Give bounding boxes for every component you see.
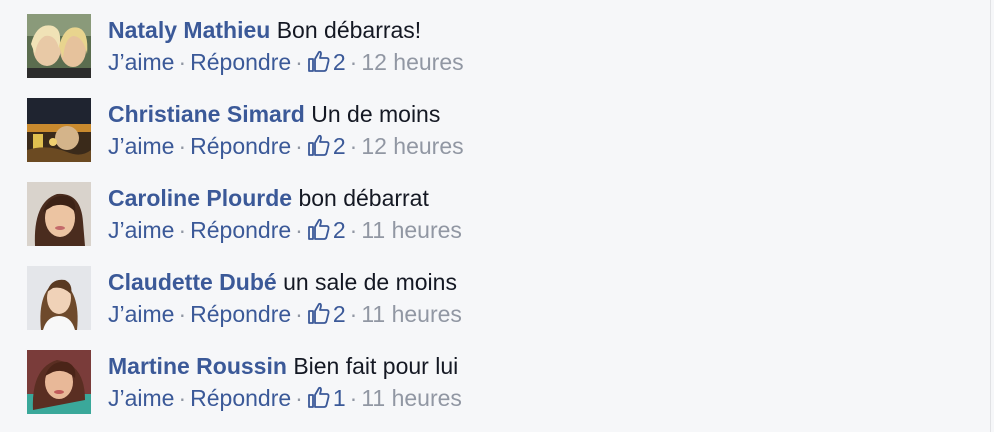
reply-link[interactable]: Répondre xyxy=(190,217,291,243)
separator: · xyxy=(295,385,303,411)
comment-item: Nataly Mathieu Bon débarras! J’aime · Répo… xyxy=(27,14,927,78)
comment-timestamp[interactable]: 12 heures xyxy=(361,133,463,159)
comment-line: Christiane Simard Un de moins xyxy=(108,98,927,130)
comment-author[interactable]: Claudette Dubé xyxy=(108,269,277,295)
comment-line: Nataly Mathieu Bon débarras! xyxy=(108,14,927,46)
like-link[interactable]: J’aime xyxy=(108,49,174,75)
reply-link[interactable]: Répondre xyxy=(190,49,291,75)
separator: · xyxy=(349,217,358,243)
comment-text: Bon débarras! xyxy=(276,17,422,43)
avatar[interactable] xyxy=(27,266,91,330)
reply-link[interactable]: Répondre xyxy=(190,133,291,159)
like-link[interactable]: J’aime xyxy=(108,385,174,411)
like-count-number: 2 xyxy=(332,217,346,243)
separator: · xyxy=(178,49,187,75)
comment-text: Bien fait pour lui xyxy=(293,353,459,379)
thumbs-up-icon xyxy=(307,133,331,165)
separator: · xyxy=(178,217,187,243)
comment-author[interactable]: Caroline Plourde xyxy=(108,185,292,211)
separator: · xyxy=(349,49,358,75)
separator: · xyxy=(349,133,358,159)
comment-text: Un de moins xyxy=(311,101,441,127)
comment-timestamp[interactable]: 11 heures xyxy=(361,217,462,243)
comment-text: bon débarrat xyxy=(298,185,429,211)
avatar[interactable] xyxy=(27,98,91,162)
separator: · xyxy=(295,301,303,327)
comment-line: Caroline Plourde bon débarrat xyxy=(108,182,927,214)
comment-actions: J’aime · Répondre · 1 · 11 heures xyxy=(108,382,927,414)
separator: · xyxy=(295,217,303,243)
comment-item: Christiane Simard Un de moins J’aime · Rép… xyxy=(27,98,927,162)
comment-timestamp[interactable]: 11 heures xyxy=(361,301,462,327)
separator: · xyxy=(178,133,187,159)
avatar[interactable] xyxy=(27,350,91,414)
like-count-number: 2 xyxy=(332,49,346,75)
comment-item: Martine Roussin Bien fait pour lui J’aim… xyxy=(27,350,927,414)
comment-item: Caroline Plourde bon débarrat J’aime · Rép… xyxy=(27,182,927,246)
like-count[interactable]: 1 xyxy=(307,385,346,411)
comment-author[interactable]: Martine Roussin xyxy=(108,353,287,379)
thumbs-up-icon xyxy=(307,385,331,417)
separator: · xyxy=(349,301,358,327)
separator: · xyxy=(178,301,187,327)
reply-link[interactable]: Répondre xyxy=(190,385,291,411)
reply-link[interactable]: Répondre xyxy=(190,301,291,327)
like-count-number: 2 xyxy=(332,133,346,159)
like-count[interactable]: 2 xyxy=(307,217,346,243)
like-count[interactable]: 2 xyxy=(307,301,346,327)
comment-item: Claudette Dubé un sale de moins J’aime · R… xyxy=(27,266,927,330)
like-link[interactable]: J’aime xyxy=(108,217,174,243)
comment-timestamp[interactable]: 11 heures xyxy=(361,385,462,411)
comment-actions: J’aime · Répondre · 2 · 11 heures xyxy=(108,214,927,246)
comment-actions: J’aime · Répondre · 2 · 12 heures xyxy=(108,130,927,162)
comment-actions: J’aime · Répondre · 2 · 12 heures xyxy=(108,46,927,78)
thumbs-up-icon xyxy=(307,217,331,249)
like-link[interactable]: J’aime xyxy=(108,133,174,159)
thumbs-up-icon xyxy=(307,49,331,81)
like-count[interactable]: 2 xyxy=(307,133,346,159)
thumbs-up-icon xyxy=(307,301,331,333)
like-count-number: 2 xyxy=(332,301,346,327)
avatar[interactable] xyxy=(27,14,91,78)
comment-timestamp[interactable]: 12 heures xyxy=(361,49,463,75)
comment-author[interactable]: Christiane Simard xyxy=(108,101,305,127)
avatar[interactable] xyxy=(27,182,91,246)
separator: · xyxy=(295,133,303,159)
comment-line: Claudette Dubé un sale de moins xyxy=(108,266,927,298)
comment-line: Martine Roussin Bien fait pour lui xyxy=(108,350,927,382)
separator: · xyxy=(295,49,303,75)
comment-author[interactable]: Nataly Mathieu xyxy=(108,17,270,43)
like-link[interactable]: J’aime xyxy=(108,301,174,327)
like-count[interactable]: 2 xyxy=(307,49,346,75)
comment-actions: J’aime · Répondre · 2 · 11 heures xyxy=(108,298,927,330)
comments-panel: Nataly Mathieu Bon débarras! J’aime · Répo… xyxy=(0,0,991,432)
comment-text: un sale de moins xyxy=(283,269,457,295)
separator: · xyxy=(178,385,187,411)
separator: · xyxy=(349,385,358,411)
like-count-number: 1 xyxy=(332,385,346,411)
